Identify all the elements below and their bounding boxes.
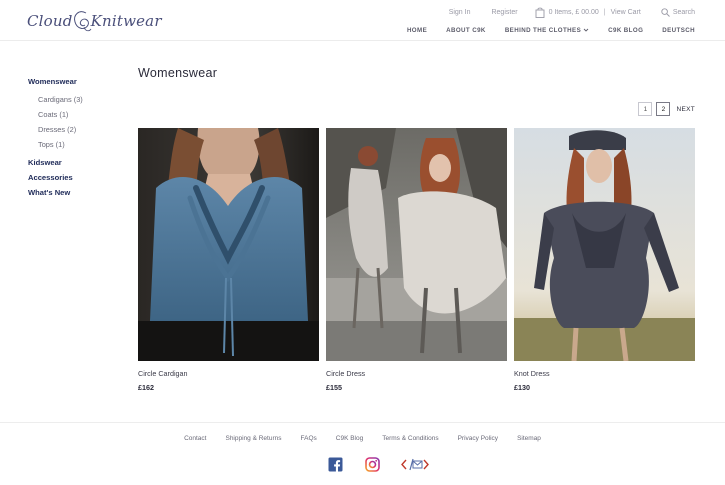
footer-link-blog[interactable]: C9K Blog [336,435,363,442]
product-name[interactable]: Knot Dress [514,369,695,378]
code-mail-icon[interactable] [400,456,429,473]
sidebar-item-kidswear[interactable]: Kidswear [28,155,128,170]
nav-behind-the-clothes[interactable]: BEHIND THE CLOTHES [505,27,589,34]
footer-link-shipping[interactable]: Shipping & Returns [225,435,281,442]
main-navigation: HOME ABOUT C9K BEHIND THE CLOTHES C9K BL… [388,25,695,35]
facebook-icon[interactable] [327,456,344,473]
site-logo[interactable]: Cloud Knitwear [27,4,167,38]
view-cart-link[interactable]: View Cart [611,9,641,16]
shopping-bag-icon[interactable] [535,7,545,18]
nav-behind-label: BEHIND THE CLOTHES [504,26,582,34]
sidebar-item-accessories[interactable]: Accessories [28,170,128,185]
product-price: £155 [326,383,342,392]
social-links [0,456,725,473]
page-title: Womenswear [138,66,218,80]
next-page-link[interactable]: NEXT [676,106,695,113]
sign-in-link[interactable]: Sign In [449,9,471,16]
sidebar-subitem-tops[interactable]: Tops (1) [28,137,128,152]
nav-blog[interactable]: C9K BLOG [608,27,643,34]
nav-about[interactable]: ABOUT C9K [446,27,486,34]
logo-text-knitwear: Knitwear [90,12,162,30]
product-card[interactable]: Circle Cardigan £162 [138,128,319,392]
footer-divider [0,422,725,423]
product-image-knot-dress[interactable] [514,128,695,361]
footer-link-contact[interactable]: Contact [184,435,206,442]
pagination: 1 2 NEXT [638,102,695,116]
product-card[interactable]: Circle Dress £155 [326,128,507,392]
product-image-circle-dress[interactable] [326,128,507,361]
sidebar-subitem-coats[interactable]: Coats (1) [28,107,128,122]
product-price: £162 [138,383,154,392]
instagram-icon[interactable] [364,456,381,473]
page-button-2-current[interactable]: 2 [656,102,671,116]
nav-deutsch[interactable]: DEUTSCH [662,27,695,34]
logo-text-cloud: Cloud [27,12,73,30]
search-label: Search [672,8,695,16]
product-name[interactable]: Circle Dress [326,369,507,378]
chevron-down-icon [583,27,589,33]
product-image-circle-cardigan[interactable] [138,128,319,361]
product-name[interactable]: Circle Cardigan [138,369,319,378]
utility-bar: Sign In Register 0 Items, £ 00.00 | View… [449,6,695,18]
category-sidebar: Womenswear Cardigans (3) Coats (1) Dress… [28,74,128,200]
utility-separator: | [603,8,606,16]
sidebar-subitem-cardigans[interactable]: Cardigans (3) [28,92,128,107]
nav-home[interactable]: HOME [407,27,427,34]
sidebar-item-womenswear[interactable]: Womenswear [28,74,128,89]
footer-link-sitemap[interactable]: Sitemap [517,435,541,442]
site-header: Cloud Knitwear Sign In Register 0 Items,… [0,0,725,41]
page-button-1[interactable]: 1 [638,102,653,116]
footer-link-terms[interactable]: Terms & Conditions [382,435,438,442]
cart-summary[interactable]: 0 Items, £ 00.00 [549,9,599,16]
sidebar-subitem-dresses[interactable]: Dresses (2) [28,122,128,137]
footer-link-privacy[interactable]: Privacy Policy [458,435,498,442]
footer-links: Contact Shipping & Returns FAQs C9K Blog… [0,435,725,442]
product-price: £130 [514,383,530,392]
search-icon [661,7,670,17]
search-link[interactable]: Search [661,7,695,17]
product-grid: Circle Cardigan £162 Circle Dress £155 K… [138,128,695,392]
logo-swirl-icon [71,7,93,35]
product-card[interactable]: Knot Dress £130 [514,128,695,392]
register-link[interactable]: Register [491,9,517,16]
sidebar-item-whats-new[interactable]: What's New [28,185,128,200]
footer-link-faqs[interactable]: FAQs [301,435,317,442]
